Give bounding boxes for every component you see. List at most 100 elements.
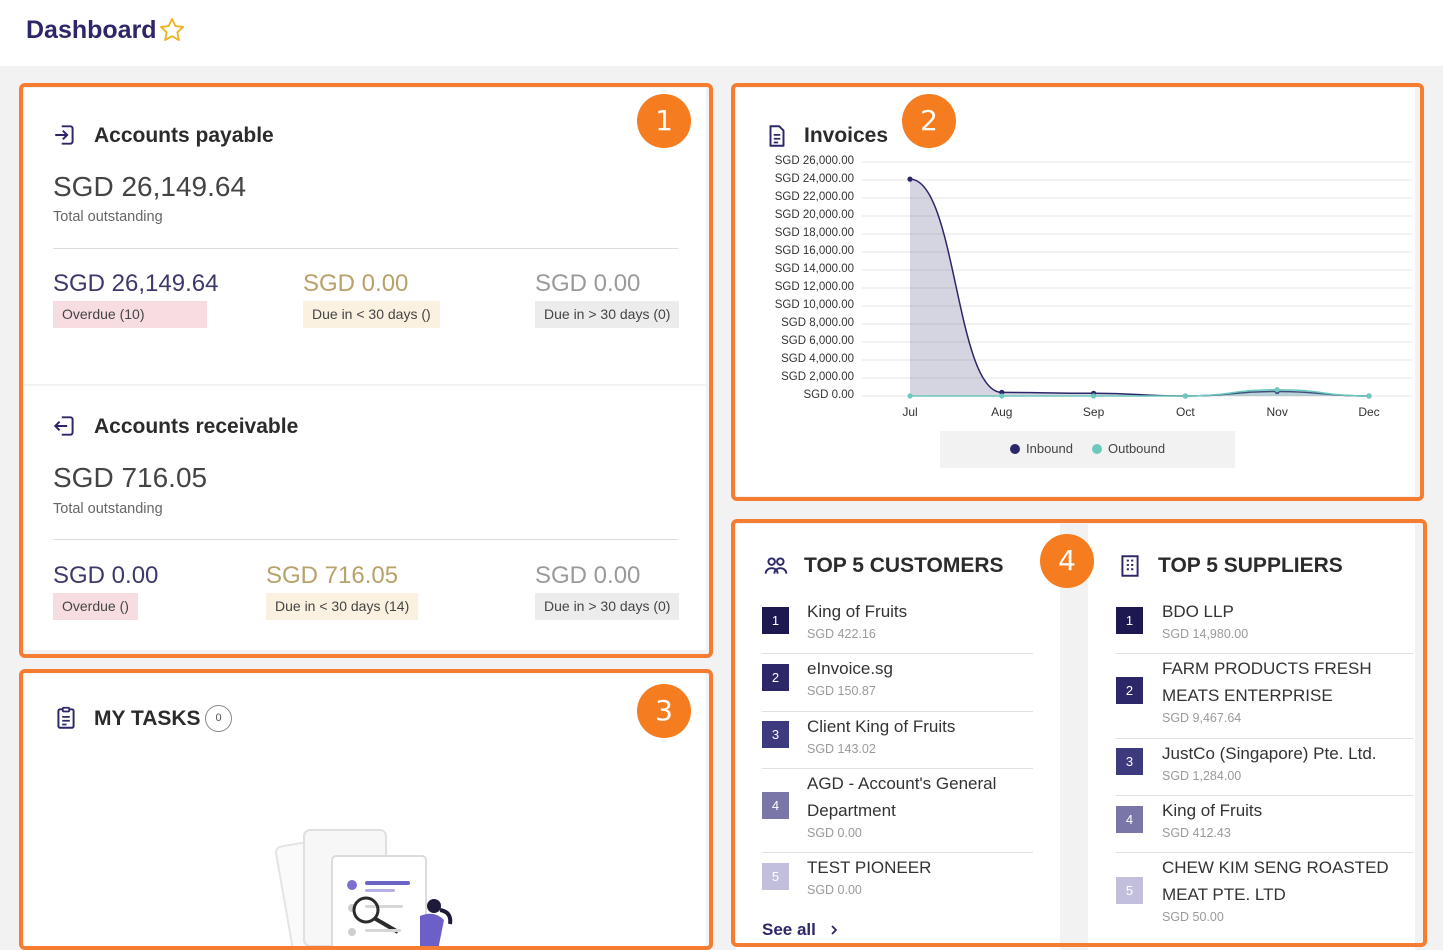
customer-name[interactable]: TEST PIONEER <box>807 854 931 881</box>
receivable-overdue-tag[interactable]: Overdue () <box>53 593 138 620</box>
empty-tasks-illustration <box>274 829 453 950</box>
receivable-due-gt30-tag[interactable]: Due in > 30 days (0) <box>535 593 680 620</box>
payable-overdue-tag[interactable]: Overdue (10) <box>53 301 207 328</box>
outbound-dot-icon <box>1092 444 1102 454</box>
legend-inbound[interactable]: Inbound <box>1010 441 1073 456</box>
supplier-name[interactable]: FARM PRODUCTS FRESH MEATS ENTERPRISE <box>1162 655 1412 709</box>
supplier-value: SGD 50.00 <box>1162 910 1224 924</box>
receivable-due-lt30-tag[interactable]: Due in < 30 days (14) <box>266 593 419 620</box>
supplier-divider <box>1116 738 1413 739</box>
supplier-rank: 2 <box>1116 677 1143 704</box>
y-tick-label: SGD 8,000.00 <box>781 317 854 329</box>
payable-due-gt30-amount: SGD 0.00 <box>535 270 641 297</box>
customer-rank: 5 <box>762 863 789 890</box>
y-tick-label: SGD 24,000.00 <box>774 173 854 185</box>
customer-divider <box>762 653 1033 654</box>
receivable-title: Accounts receivable <box>94 415 299 438</box>
clipboard-icon <box>57 706 75 729</box>
star-outline-icon[interactable] <box>158 16 186 44</box>
payable-due-gt30-tag[interactable]: Due in > 30 days (0) <box>535 301 680 328</box>
data-point-outbound[interactable] <box>1091 393 1097 399</box>
legend-outbound-label: Outbound <box>1108 441 1166 456</box>
payable-title: Accounts payable <box>94 124 274 147</box>
data-point-outbound[interactable] <box>1274 387 1280 393</box>
supplier-rank: 4 <box>1116 806 1143 833</box>
top-bar: Dashboard <box>0 0 1443 66</box>
y-tick-label: SGD 12,000.00 <box>774 281 854 293</box>
invoices-title: Invoices <box>804 124 889 147</box>
y-tick-label: SGD 4,000.00 <box>781 353 854 365</box>
y-tick-label: SGD 6,000.00 <box>781 335 854 347</box>
data-point-outbound[interactable] <box>999 393 1005 399</box>
annotation-badge-3: 3 <box>637 684 691 738</box>
x-tick-label: Dec <box>1358 405 1380 419</box>
customer-name[interactable]: Client King of Fruits <box>807 713 955 740</box>
supplier-value: SGD 14,980.00 <box>1162 627 1249 641</box>
supplier-divider <box>1116 795 1413 796</box>
supplier-value: SGD 1,284.00 <box>1162 769 1242 783</box>
payable-due-lt30-amount: SGD 0.00 <box>303 270 409 297</box>
see-all-link[interactable]: See all <box>762 920 839 940</box>
page-title: Dashboard <box>26 16 157 44</box>
y-tick-label: SGD 16,000.00 <box>774 245 854 257</box>
payable-total-label: Total outstanding <box>53 209 163 225</box>
receivable-due-lt30-amount: SGD 716.05 <box>266 562 399 589</box>
receivable-overdue-amount: SGD 0.00 <box>53 562 159 589</box>
y-tick-label: SGD 0.00 <box>803 389 855 401</box>
tasks-count-badge: 0 <box>205 705 232 732</box>
payable-divider <box>53 248 678 249</box>
customer-name[interactable]: AGD - Account's General Department <box>807 770 1022 824</box>
supplier-name[interactable]: BDO LLP <box>1162 598 1234 625</box>
supplier-divider <box>1116 852 1413 853</box>
y-tick-label: SGD 18,000.00 <box>774 227 854 239</box>
supplier-name[interactable]: JustCo (Singapore) Pte. Ltd. <box>1162 740 1377 767</box>
data-point-outbound[interactable] <box>907 393 913 399</box>
see-all-label: See all <box>762 920 816 939</box>
supplier-rank: 3 <box>1116 748 1143 775</box>
customer-value: SGD 422.16 <box>807 627 876 641</box>
receivable-icon <box>53 416 74 436</box>
customer-rank: 1 <box>762 607 789 634</box>
legend-outbound[interactable]: Outbound <box>1092 441 1165 456</box>
top-suppliers-title: TOP 5 SUPPLIERS <box>1158 554 1343 577</box>
supplier-divider <box>1116 653 1413 654</box>
x-tick-label: Sep <box>1082 405 1105 419</box>
payable-due-lt30-tag[interactable]: Due in < 30 days () <box>303 301 440 328</box>
customer-divider <box>762 852 1033 853</box>
supplier-rank: 1 <box>1116 607 1143 634</box>
customer-rank: 4 <box>762 792 789 819</box>
customer-value: SGD 0.00 <box>807 826 862 840</box>
data-point-outbound[interactable] <box>1366 393 1372 399</box>
customer-name[interactable]: eInvoice.sg <box>807 655 893 682</box>
customer-name[interactable]: King of Fruits <box>807 598 907 625</box>
chart-legend: Inbound Outbound <box>940 431 1235 468</box>
annotation-badge-4: 4 <box>1040 534 1094 588</box>
supplier-name[interactable]: King of Fruits <box>1162 797 1262 824</box>
supplier-name[interactable]: CHEW KIM SENG ROASTED MEAT PTE. LTD <box>1162 854 1417 908</box>
y-tick-label: SGD 20,000.00 <box>774 209 854 221</box>
supplier-rank: 5 <box>1116 877 1143 904</box>
annotation-badge-1: 1 <box>637 94 691 148</box>
payable-icon <box>55 125 74 145</box>
chevron-right-icon <box>830 925 837 935</box>
data-point-inbound[interactable] <box>907 176 913 182</box>
customer-value: SGD 150.87 <box>807 684 876 698</box>
x-tick-label: Jul <box>902 405 918 419</box>
inbound-dot-icon <box>1010 444 1020 454</box>
payable-overdue-amount: SGD 26,149.64 <box>53 270 219 297</box>
y-tick-label: SGD 14,000.00 <box>774 263 854 275</box>
y-tick-label: SGD 10,000.00 <box>774 299 854 311</box>
y-tick-label: SGD 22,000.00 <box>774 191 854 203</box>
invoices-chart <box>862 161 1412 399</box>
x-tick-label: Aug <box>991 405 1013 419</box>
supplier-value: SGD 412.43 <box>1162 826 1231 840</box>
annotation-badge-2: 2 <box>902 94 956 148</box>
x-tick-label: Nov <box>1266 405 1288 419</box>
x-tick-label: Oct <box>1176 405 1195 419</box>
tasks-title: MY TASKS <box>94 707 201 730</box>
receivable-divider <box>53 539 678 540</box>
receivable-due-gt30-amount: SGD 0.00 <box>535 562 641 589</box>
payable-total: SGD 26,149.64 <box>53 171 247 202</box>
customer-rank: 2 <box>762 664 789 691</box>
data-point-outbound[interactable] <box>1182 393 1188 399</box>
